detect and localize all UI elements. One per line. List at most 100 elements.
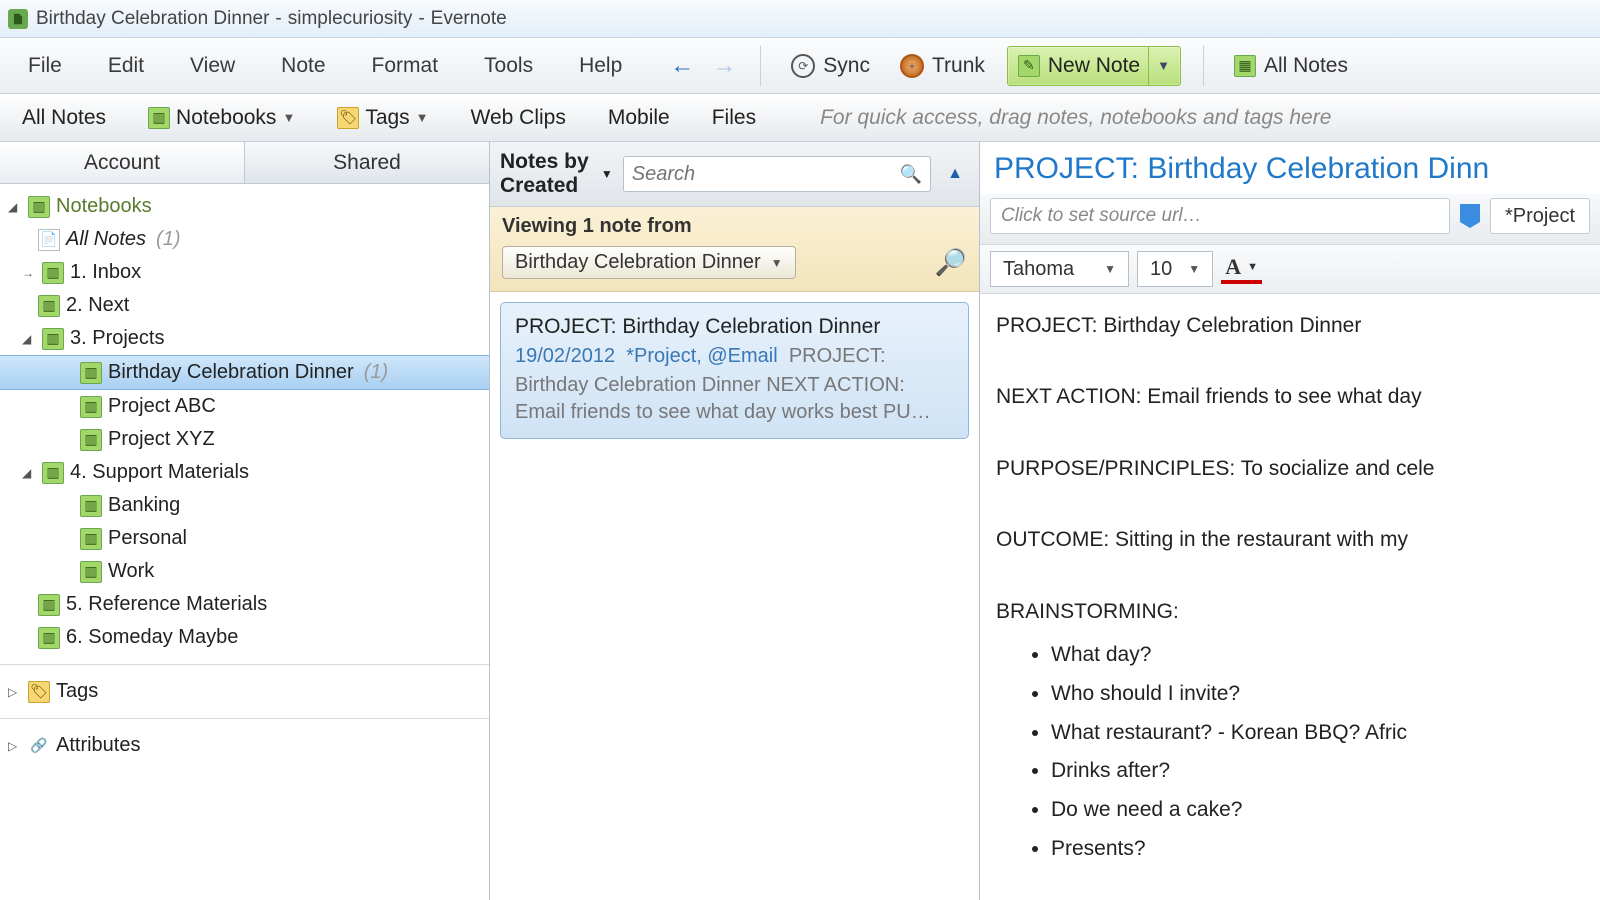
nav-forward-button[interactable]: → — [710, 52, 738, 80]
filter-all-notes[interactable]: All Notes — [4, 100, 124, 136]
tree-nb-banking[interactable]: ▥ Banking — [0, 489, 489, 522]
tree-nb-birthday[interactable]: ▥ Birthday Celebration Dinner (1) — [0, 355, 489, 390]
notebooks-icon: ▥ — [148, 107, 170, 129]
source-url-input[interactable]: Click to set source url… — [990, 198, 1450, 234]
tree-nb-next[interactable]: ▥ 2. Next — [0, 289, 489, 322]
trunk-icon: + — [900, 54, 924, 78]
chevron-down-icon: ▼ — [1188, 262, 1200, 276]
toolbar: ← → ⟳ Sync + Trunk ✎ New Note ▼ ▦ All No… — [668, 46, 1356, 86]
toolbar-separator — [1203, 46, 1204, 86]
tree-nb-project-xyz[interactable]: ▥ Project XYZ — [0, 423, 489, 456]
format-toolbar: Tahoma ▼ 10 ▼ A ▼ — [980, 245, 1600, 294]
notebook-icon: ▥ — [80, 495, 102, 517]
menubar-toolbar-row: File Edit View Note Format Tools Help ← … — [0, 38, 1600, 94]
notebook-icon: ▥ — [80, 429, 102, 451]
menu-help[interactable]: Help — [557, 46, 644, 86]
tree-separator — [0, 718, 489, 719]
collapse-panel-button[interactable]: ▲ — [941, 165, 969, 183]
title-note-name: Birthday Celebration Dinner — [36, 8, 269, 30]
body-line: NEXT ACTION: Email friends to see what d… — [996, 379, 1584, 415]
menu-file[interactable]: File — [6, 46, 84, 86]
tree-nb-someday[interactable]: ▥ 6. Someday Maybe — [0, 621, 489, 654]
title-app-name: Evernote — [431, 8, 507, 30]
tab-shared[interactable]: Shared — [245, 142, 489, 183]
twisty-open-icon: ◢ — [22, 466, 36, 480]
font-size-select[interactable]: 10 ▼ — [1137, 251, 1213, 287]
font-family-select[interactable]: Tahoma ▼ — [990, 251, 1129, 287]
menu-edit[interactable]: Edit — [86, 46, 166, 86]
note-list-header: Notes by Created ▼ 🔍 ▲ — [490, 142, 979, 207]
list-item: Do we need a cake? — [1051, 792, 1584, 828]
chevron-down-icon: ▼ — [601, 167, 613, 181]
sidebar: Account Shared ◢ ▥ Notebooks 📄 All Notes… — [0, 142, 490, 900]
notebook-tree: ◢ ▥ Notebooks 📄 All Notes (1) → ▥ 1. Inb… — [0, 184, 489, 900]
list-item: What restaurant? - Korean BBQ? Afric — [1051, 715, 1584, 751]
tag-icon[interactable] — [1460, 204, 1480, 228]
tree-tags-root[interactable]: ▷ 🏷 Tags — [0, 675, 489, 708]
menu-tools[interactable]: Tools — [462, 46, 555, 86]
note-card-snippet: Birthday Celebration Dinner NEXT ACTION:… — [515, 372, 954, 426]
tree-nb-projects[interactable]: ◢ ▥ 3. Projects — [0, 322, 489, 355]
new-note-icon: ✎ — [1018, 55, 1040, 77]
tree-separator — [0, 664, 489, 665]
note-icon: 📄 — [38, 229, 60, 251]
twisty-arrow-icon: → — [22, 266, 36, 280]
brainstorm-list: What day? Who should I invite? What rest… — [1051, 637, 1584, 866]
search-input[interactable] — [632, 163, 900, 186]
search-icon: 🔍 — [900, 164, 922, 185]
body-line: OUTCOME: Sitting in the restaurant with … — [996, 522, 1584, 558]
notebook-icon: ▥ — [80, 561, 102, 583]
filter-hint-text: For quick access, drag notes, notebooks … — [820, 106, 1331, 130]
new-note-dropdown-icon[interactable]: ▼ — [1148, 47, 1178, 85]
sync-button[interactable]: ⟳ Sync — [783, 50, 878, 82]
notebook-stack-icon: ▥ — [42, 328, 64, 350]
notebook-icon: ▥ — [80, 528, 102, 550]
tree-nb-reference[interactable]: ▥ 5. Reference Materials — [0, 588, 489, 621]
filter-web-clips[interactable]: Web Clips — [453, 100, 584, 136]
tree-attributes-root[interactable]: ▷ 🔗 Attributes — [0, 729, 489, 762]
nav-back-button[interactable]: ← — [668, 52, 696, 80]
note-list-item[interactable]: PROJECT: Birthday Celebration Dinner 19/… — [500, 302, 969, 439]
editor-metadata-row: Click to set source url… *Project — [980, 194, 1600, 245]
tree-all-notes[interactable]: 📄 All Notes (1) — [0, 223, 489, 256]
editor-note-title[interactable]: PROJECT: Birthday Celebration Dinn — [980, 142, 1600, 194]
tree-nb-support[interactable]: ◢ ▥ 4. Support Materials — [0, 456, 489, 489]
filter-tags[interactable]: 🏷 Tags ▼ — [319, 100, 446, 136]
trunk-button[interactable]: + Trunk — [892, 50, 993, 82]
filter-mobile[interactable]: Mobile — [590, 100, 688, 136]
all-notes-toolbar-button[interactable]: ▦ All Notes — [1226, 50, 1356, 82]
search-scope-icon[interactable]: 🔎 — [935, 247, 967, 278]
tags-icon: 🏷 — [28, 681, 50, 703]
tree-nb-work[interactable]: ▥ Work — [0, 555, 489, 588]
tab-account[interactable]: Account — [0, 142, 245, 183]
tree-nb-inbox[interactable]: → ▥ 1. Inbox — [0, 256, 489, 289]
note-tag-chip[interactable]: *Project — [1490, 198, 1590, 234]
filter-notebooks[interactable]: ▥ Notebooks ▼ — [130, 100, 313, 136]
sort-notes-button[interactable]: Notes by Created ▼ — [500, 150, 613, 198]
menu-note[interactable]: Note — [259, 46, 347, 86]
menu-view[interactable]: View — [168, 46, 257, 86]
tree-nb-project-abc[interactable]: ▥ Project ABC — [0, 390, 489, 423]
tree-nb-personal[interactable]: ▥ Personal — [0, 522, 489, 555]
search-box[interactable]: 🔍 — [623, 156, 931, 192]
font-color-button[interactable]: A ▼ — [1221, 254, 1262, 284]
all-notes-label: All Notes — [1264, 54, 1348, 78]
tags-icon: 🏷 — [337, 107, 359, 129]
list-item: What day? — [1051, 637, 1584, 673]
body-line: BRAINSTORMING: — [996, 594, 1584, 630]
new-note-button[interactable]: ✎ New Note ▼ — [1007, 46, 1181, 86]
viewing-filter-strip: Viewing 1 note from Birthday Celebration… — [490, 207, 979, 292]
evernote-app-icon — [8, 9, 28, 29]
chevron-down-icon: ▼ — [416, 110, 429, 125]
note-editor: PROJECT: Birthday Celebration Dinn Click… — [980, 142, 1600, 900]
viewing-notebook-chip[interactable]: Birthday Celebration Dinner ▼ — [502, 246, 796, 279]
tree-notebooks-root[interactable]: ◢ ▥ Notebooks — [0, 190, 489, 223]
menu-format[interactable]: Format — [350, 46, 461, 86]
notebook-icon: ▥ — [38, 295, 60, 317]
filter-files[interactable]: Files — [694, 100, 774, 136]
new-note-label: New Note — [1048, 54, 1140, 78]
editor-body[interactable]: PROJECT: Birthday Celebration Dinner NEX… — [980, 294, 1600, 900]
list-item: Who should I invite? — [1051, 676, 1584, 712]
notebook-stack-icon: ▥ — [28, 196, 50, 218]
chevron-down-icon: ▼ — [282, 110, 295, 125]
